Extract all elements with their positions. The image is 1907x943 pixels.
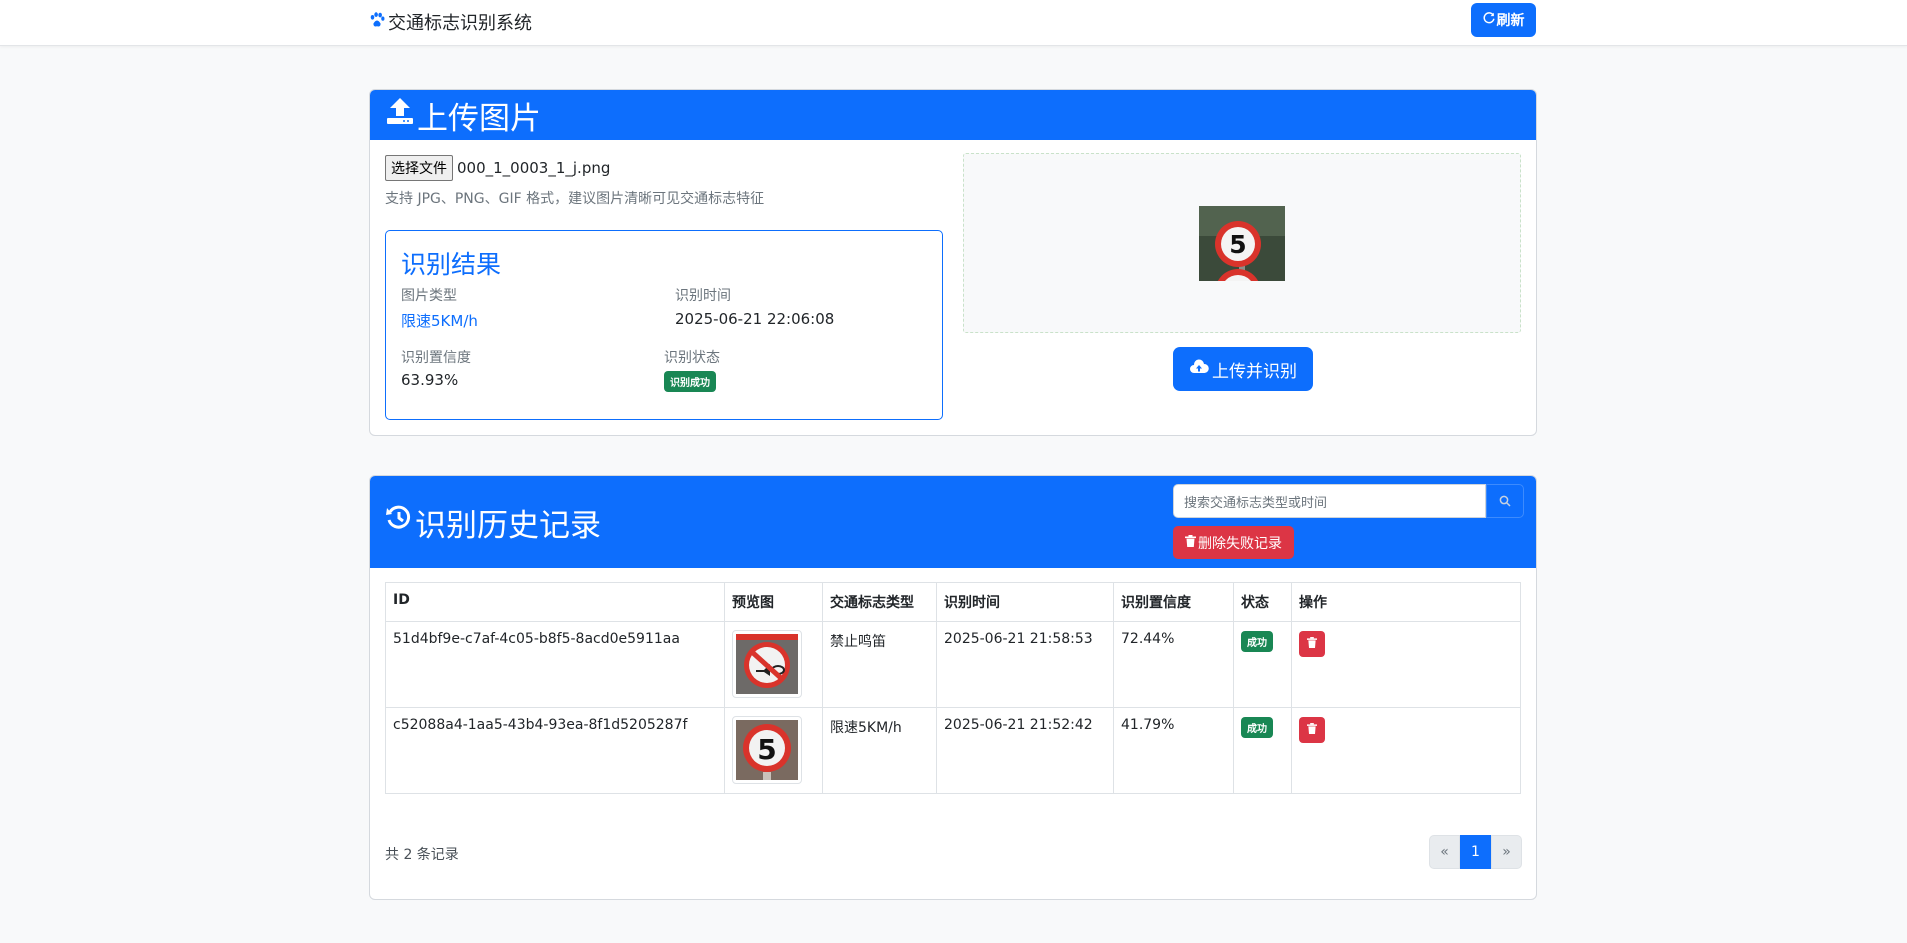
- row-preview-thumbnail[interactable]: [732, 630, 802, 698]
- row-preview-thumbnail[interactable]: 5: [732, 716, 802, 784]
- row-confidence: 72.44%: [1113, 621, 1234, 708]
- search-input[interactable]: 搜索交通标志类型或时间: [1173, 484, 1486, 518]
- row-type: 限速5KM/h: [822, 707, 937, 794]
- column-header: 预览图: [724, 582, 823, 622]
- column-header: 状态: [1233, 582, 1292, 622]
- image-preview-area: 5: [963, 153, 1521, 333]
- table-row: 51d4bf9e-c7af-4c05-b8f5-8acd0e5911aa 禁止鸣…: [385, 621, 1521, 708]
- history-card: 识别历史记录 搜索交通标志类型或时间 删除失败记录 ID 预览图 交通标志类型 …: [369, 475, 1537, 900]
- row-time: 2025-06-21 21:52:42: [936, 707, 1114, 794]
- brand[interactable]: 交通标志识别系统: [368, 9, 532, 35]
- row-id: 51d4bf9e-c7af-4c05-b8f5-8acd0e5911aa: [385, 621, 725, 708]
- table-header-row: ID 预览图 交通标志类型 识别时间 识别置信度 状态 操作: [385, 582, 1521, 622]
- upload-title: 上传图片: [417, 100, 541, 137]
- history-card-header: 识别历史记录 搜索交通标志类型或时间 删除失败记录: [370, 476, 1536, 568]
- total-count: 共 2 条记录: [385, 847, 459, 863]
- refresh-button[interactable]: 刷新: [1471, 3, 1536, 37]
- upload-hint: 支持 JPG、PNG、GIF 格式，建议图片清晰可见交通标志特征: [385, 191, 765, 207]
- row-time: 2025-06-21 21:58:53: [936, 621, 1114, 708]
- row-id: c52088a4-1aa5-43b4-93ea-8f1d5205287f: [385, 707, 725, 794]
- column-header: 识别置信度: [1113, 582, 1234, 622]
- search-icon: [1499, 492, 1511, 511]
- row-status-badge: 成功: [1241, 717, 1273, 738]
- refresh-label: 刷新: [1496, 13, 1525, 29]
- paw-icon: [368, 11, 386, 34]
- row-type: 禁止鸣笛: [822, 621, 937, 708]
- navbar: 交通标志识别系统 刷新: [0, 0, 1907, 46]
- trash-icon: [1185, 534, 1196, 551]
- delete-row-button[interactable]: [1299, 717, 1325, 743]
- result-panel: 识别结果 图片类型 限速5KM/h 识别时间 2025-06-21 22:06:…: [385, 230, 943, 420]
- status-badge: 识别成功: [664, 371, 716, 392]
- delete-row-button[interactable]: [1299, 631, 1325, 657]
- history-title: 识别历史记录: [415, 507, 601, 544]
- search-button[interactable]: [1486, 484, 1524, 518]
- upload-submit-label: 上传并识别: [1212, 361, 1297, 382]
- type-value: 限速5KM/h: [401, 312, 478, 330]
- column-header: 操作: [1291, 582, 1521, 622]
- history-icon: [385, 504, 413, 540]
- pagination-next[interactable]: »: [1491, 835, 1522, 869]
- status-label: 识别状态: [664, 350, 720, 366]
- history-table: ID 预览图 交通标志类型 识别时间 识别置信度 状态 操作 51d4bf9e-…: [385, 582, 1521, 794]
- trash-icon: [1307, 636, 1317, 652]
- refresh-icon: [1482, 12, 1495, 28]
- pagination-page[interactable]: 1: [1460, 835, 1491, 869]
- time-label: 识别时间: [675, 288, 731, 304]
- time-value: 2025-06-21 22:06:08: [675, 310, 835, 328]
- column-header: ID: [385, 582, 725, 622]
- confidence-label: 识别置信度: [401, 350, 471, 366]
- preview-sign-text: 5: [1229, 230, 1246, 259]
- row-status-badge: 成功: [1241, 631, 1273, 652]
- type-label: 图片类型: [401, 288, 457, 304]
- pagination-prev[interactable]: «: [1429, 835, 1460, 869]
- brand-title: 交通标志识别系统: [388, 13, 532, 34]
- status-badge-wrap: 识别成功: [664, 371, 716, 392]
- search-group: 搜索交通标志类型或时间: [1173, 484, 1524, 518]
- table-row: c52088a4-1aa5-43b4-93ea-8f1d5205287f 5 限…: [385, 707, 1521, 794]
- upload-card: 上传图片 选择文件 000_1_0003_1_j.png 支持 JPG、PNG、…: [369, 89, 1537, 436]
- result-title: 识别结果: [401, 250, 502, 279]
- pagination: « 1 »: [1429, 835, 1522, 869]
- column-header: 交通标志类型: [822, 582, 937, 622]
- file-input[interactable]: 选择文件 000_1_0003_1_j.png: [385, 155, 610, 181]
- row-confidence: 41.79%: [1113, 707, 1234, 794]
- upload-icon: [385, 96, 415, 134]
- confidence-value: 63.93%: [401, 371, 459, 389]
- preview-image: 5: [1199, 206, 1285, 315]
- choose-file-button[interactable]: 选择文件: [385, 155, 453, 181]
- delete-failed-button[interactable]: 删除失败记录: [1173, 526, 1294, 559]
- upload-card-header: 上传图片: [370, 90, 1536, 140]
- upload-submit-button[interactable]: 上传并识别: [1173, 347, 1313, 391]
- cloud-upload-icon: [1189, 358, 1209, 380]
- thumbnail-sign-text: 5: [757, 733, 776, 766]
- file-name: 000_1_0003_1_j.png: [457, 159, 611, 177]
- trash-icon: [1307, 722, 1317, 738]
- column-header: 识别时间: [936, 582, 1114, 622]
- delete-failed-label: 删除失败记录: [1198, 535, 1282, 552]
